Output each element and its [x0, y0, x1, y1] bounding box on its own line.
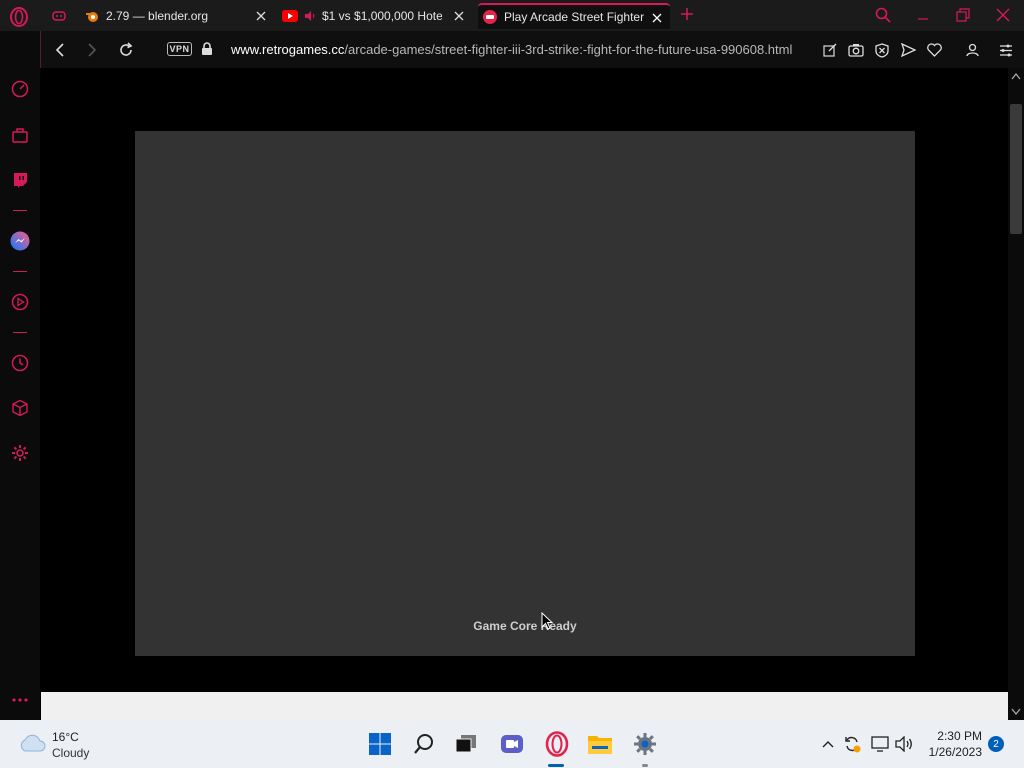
forward-icon[interactable] — [82, 40, 102, 60]
sync-update-icon[interactable] — [842, 734, 862, 754]
player-icon[interactable] — [10, 292, 30, 312]
close-tab-icon[interactable] — [450, 7, 468, 25]
send-icon[interactable] — [898, 40, 918, 60]
scroll-up-icon[interactable] — [1011, 72, 1021, 80]
lock-icon[interactable] — [197, 39, 217, 59]
account-icon[interactable] — [962, 40, 982, 60]
opera-menu-icon[interactable] — [9, 7, 29, 27]
browser-window: 2.79 — blender.org $1 vs $1,000,000 Hote… — [0, 0, 1024, 768]
speaker-icon[interactable] — [302, 8, 318, 24]
page-content: Game Core Ready — [41, 68, 1008, 692]
file-explorer-icon[interactable] — [586, 730, 614, 758]
clock-time[interactable]: 2:30 PM — [920, 729, 982, 743]
tab-bar: 2.79 — blender.org $1 vs $1,000,000 Hote… — [0, 0, 1024, 31]
start-windows-icon[interactable] — [366, 730, 394, 758]
address-bar: VPN www.retrogames.cc/arcade-games/stree… — [40, 31, 1024, 68]
weather-description[interactable]: Cloudy — [52, 746, 89, 760]
running-app-indicator — [642, 764, 648, 767]
tab-blender[interactable]: 2.79 — blender.org — [84, 3, 274, 29]
opera-browser-taskbar-icon[interactable] — [543, 730, 571, 758]
notification-badge[interactable]: 2 — [988, 736, 1004, 752]
retrogames-icon — [482, 9, 498, 25]
tab-title: $1 vs $1,000,000 Hotel — [322, 9, 442, 23]
edit-icon[interactable] — [820, 40, 840, 60]
settings-taskbar-icon[interactable] — [631, 730, 659, 758]
search-icon[interactable] — [410, 730, 438, 758]
tab-retrogames[interactable]: Play Arcade Street Fighter I — [478, 3, 670, 29]
volume-icon[interactable] — [894, 734, 914, 754]
youtube-icon — [282, 8, 298, 24]
url-host: www.retrogames.cc — [231, 42, 345, 57]
search-tabs-icon[interactable] — [872, 5, 894, 25]
blender-icon — [84, 8, 100, 24]
close-tab-icon[interactable] — [648, 9, 666, 27]
chat-teams-icon[interactable] — [498, 730, 526, 758]
back-icon[interactable] — [50, 40, 70, 60]
new-tab-icon[interactable] — [678, 5, 696, 23]
page-footer-strip — [41, 692, 1008, 720]
easy-setup-icon[interactable] — [996, 40, 1016, 60]
vpn-badge[interactable]: VPN — [167, 42, 192, 56]
tab-title: Play Arcade Street Fighter I — [504, 10, 644, 24]
windows-taskbar: 16°C Cloudy 2:30 PM 1/26/2023 2 — [0, 720, 1024, 768]
sidebar-separator — [13, 332, 27, 333]
snapshot-camera-icon[interactable] — [846, 40, 866, 60]
ad-blocker-icon[interactable] — [872, 40, 892, 60]
twitch-icon[interactable] — [10, 170, 30, 190]
url-path: /arcade-games/street-fighter-iii-3rd-str… — [344, 42, 793, 57]
mouse-cursor-icon — [541, 612, 553, 630]
close-window-icon[interactable] — [992, 5, 1014, 25]
sidebar — [0, 31, 40, 720]
scroll-down-icon[interactable] — [1011, 708, 1021, 716]
weather-temperature[interactable]: 16°C — [52, 730, 79, 744]
speed-dial-icon[interactable] — [10, 79, 30, 99]
display-network-icon[interactable] — [870, 734, 890, 754]
active-app-indicator — [548, 764, 564, 767]
workspace-icon[interactable] — [51, 8, 67, 24]
game-canvas[interactable]: Game Core Ready — [135, 131, 915, 656]
clock-date[interactable]: 1/26/2023 — [920, 745, 982, 759]
extensions-icon[interactable] — [10, 398, 30, 418]
messenger-icon[interactable] — [10, 231, 30, 251]
game-status-text: Game Core Ready — [473, 619, 577, 633]
bookmark-heart-icon[interactable] — [924, 40, 944, 60]
url-field[interactable]: www.retrogames.cc/arcade-games/street-fi… — [231, 42, 792, 57]
minimize-icon[interactable] — [912, 5, 934, 25]
sidebar-separator — [13, 210, 27, 211]
vertical-scrollbar[interactable] — [1008, 68, 1024, 720]
more-options-icon[interactable] — [10, 690, 30, 710]
show-hidden-icons-chevron-icon[interactable] — [818, 734, 838, 754]
tab-youtube[interactable]: $1 vs $1,000,000 Hotel — [282, 3, 472, 29]
sidebar-separator — [13, 271, 27, 272]
history-icon[interactable] — [10, 353, 30, 373]
close-tab-icon[interactable] — [252, 7, 270, 25]
reload-icon[interactable] — [116, 40, 136, 60]
my-flow-icon[interactable] — [10, 125, 30, 145]
restore-icon[interactable] — [952, 5, 974, 25]
cloud-icon[interactable] — [18, 732, 46, 754]
task-view-icon[interactable] — [452, 730, 480, 758]
scroll-thumb[interactable] — [1010, 104, 1022, 234]
tab-title: 2.79 — blender.org — [106, 9, 209, 23]
settings-gear-icon[interactable] — [10, 443, 30, 463]
